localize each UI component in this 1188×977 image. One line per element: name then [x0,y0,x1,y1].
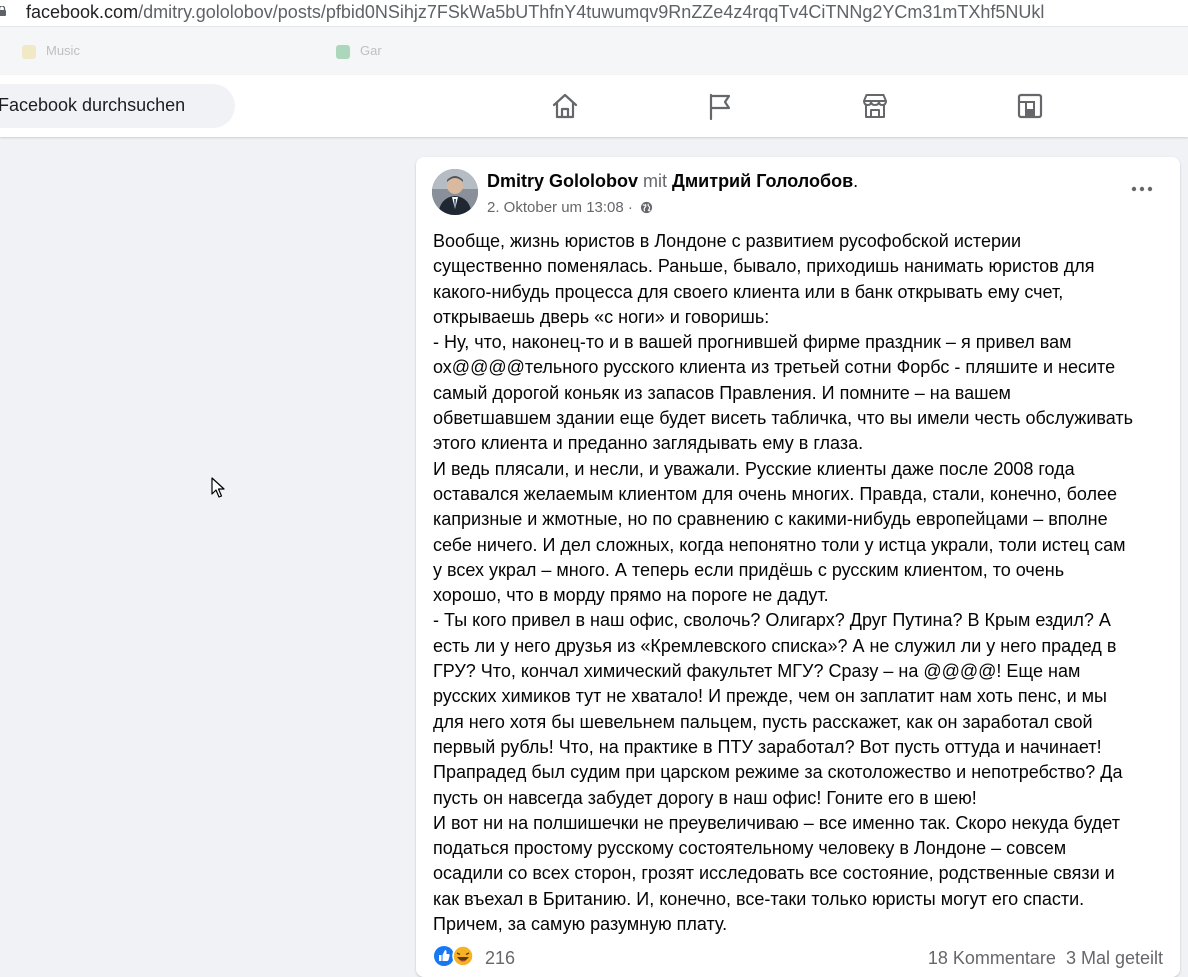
avatar-portrait-icon [432,169,478,215]
home-icon[interactable] [550,91,580,121]
pages-flag-icon[interactable] [705,91,735,121]
post-card: Dmitry Gololobov mit Дмитрий Гололобов. … [416,157,1180,977]
bookmark-gar[interactable]: Gar [336,43,382,59]
globe-icon[interactable] [640,201,653,214]
url-path: /dmitry.gololobov/posts/pfbid0NSihjz7FSk… [138,2,1045,22]
bookmark-music[interactable]: Music [22,43,80,59]
more-options-icon[interactable] [1124,179,1160,199]
post-meta: 2. Oktober um 13:08 · [487,199,653,216]
reaction-count[interactable]: 216 [485,948,515,969]
mouse-cursor-icon [211,477,225,498]
author-avatar[interactable] [432,169,478,215]
facebook-top-nav: Facebook durchsuchen [0,75,1188,137]
search-placeholder: Facebook durchsuchen [0,95,186,115]
search-input[interactable]: Facebook durchsuchen [0,84,235,128]
url-text[interactable]: facebook.com/dmitry.gololobov/posts/pfbi… [26,2,1044,23]
bookmarks-bar: Music Gar [0,27,1188,75]
url-domain: facebook.com [26,2,139,22]
lock-icon [0,6,6,16]
marketplace-icon[interactable] [860,91,890,121]
meta-separator: · [627,199,633,216]
tagged-person-link[interactable]: Дмитрий Гололобов [672,171,853,191]
author-name-link[interactable]: Dmitry Gololobov [487,171,638,191]
post-author-line: Dmitry Gololobov mit Дмитрий Гололобов. [487,171,858,192]
bookmark-label: Music [46,43,80,58]
comments-count-link[interactable]: 18 Kommentare [928,948,1056,968]
reaction-icons[interactable] [433,945,477,967]
browser-address-bar[interactable]: facebook.com/dmitry.gololobov/posts/pfbi… [0,0,1188,27]
post-body-text: Вообще, жизнь юристов в Лондоне с развит… [433,231,1133,935]
bookmark-favicon-icon [22,44,36,59]
bookmark-label: Gar [360,43,382,58]
with-word: mit [643,171,668,191]
gaming-icon[interactable] [1015,91,1045,121]
shares-count-link[interactable]: 3 Mal geteilt [1066,948,1163,968]
bookmark-favicon-icon [336,44,350,59]
haha-icon [452,945,474,967]
post-reactions-bar: 216 18 Kommentare 3 Mal geteilt [433,945,1163,969]
post-timestamp-link[interactable]: 2. Oktober um 13:08 [487,199,624,216]
post-stats: 18 Kommentare 3 Mal geteilt [928,948,1163,969]
end-dot: . [853,171,859,191]
